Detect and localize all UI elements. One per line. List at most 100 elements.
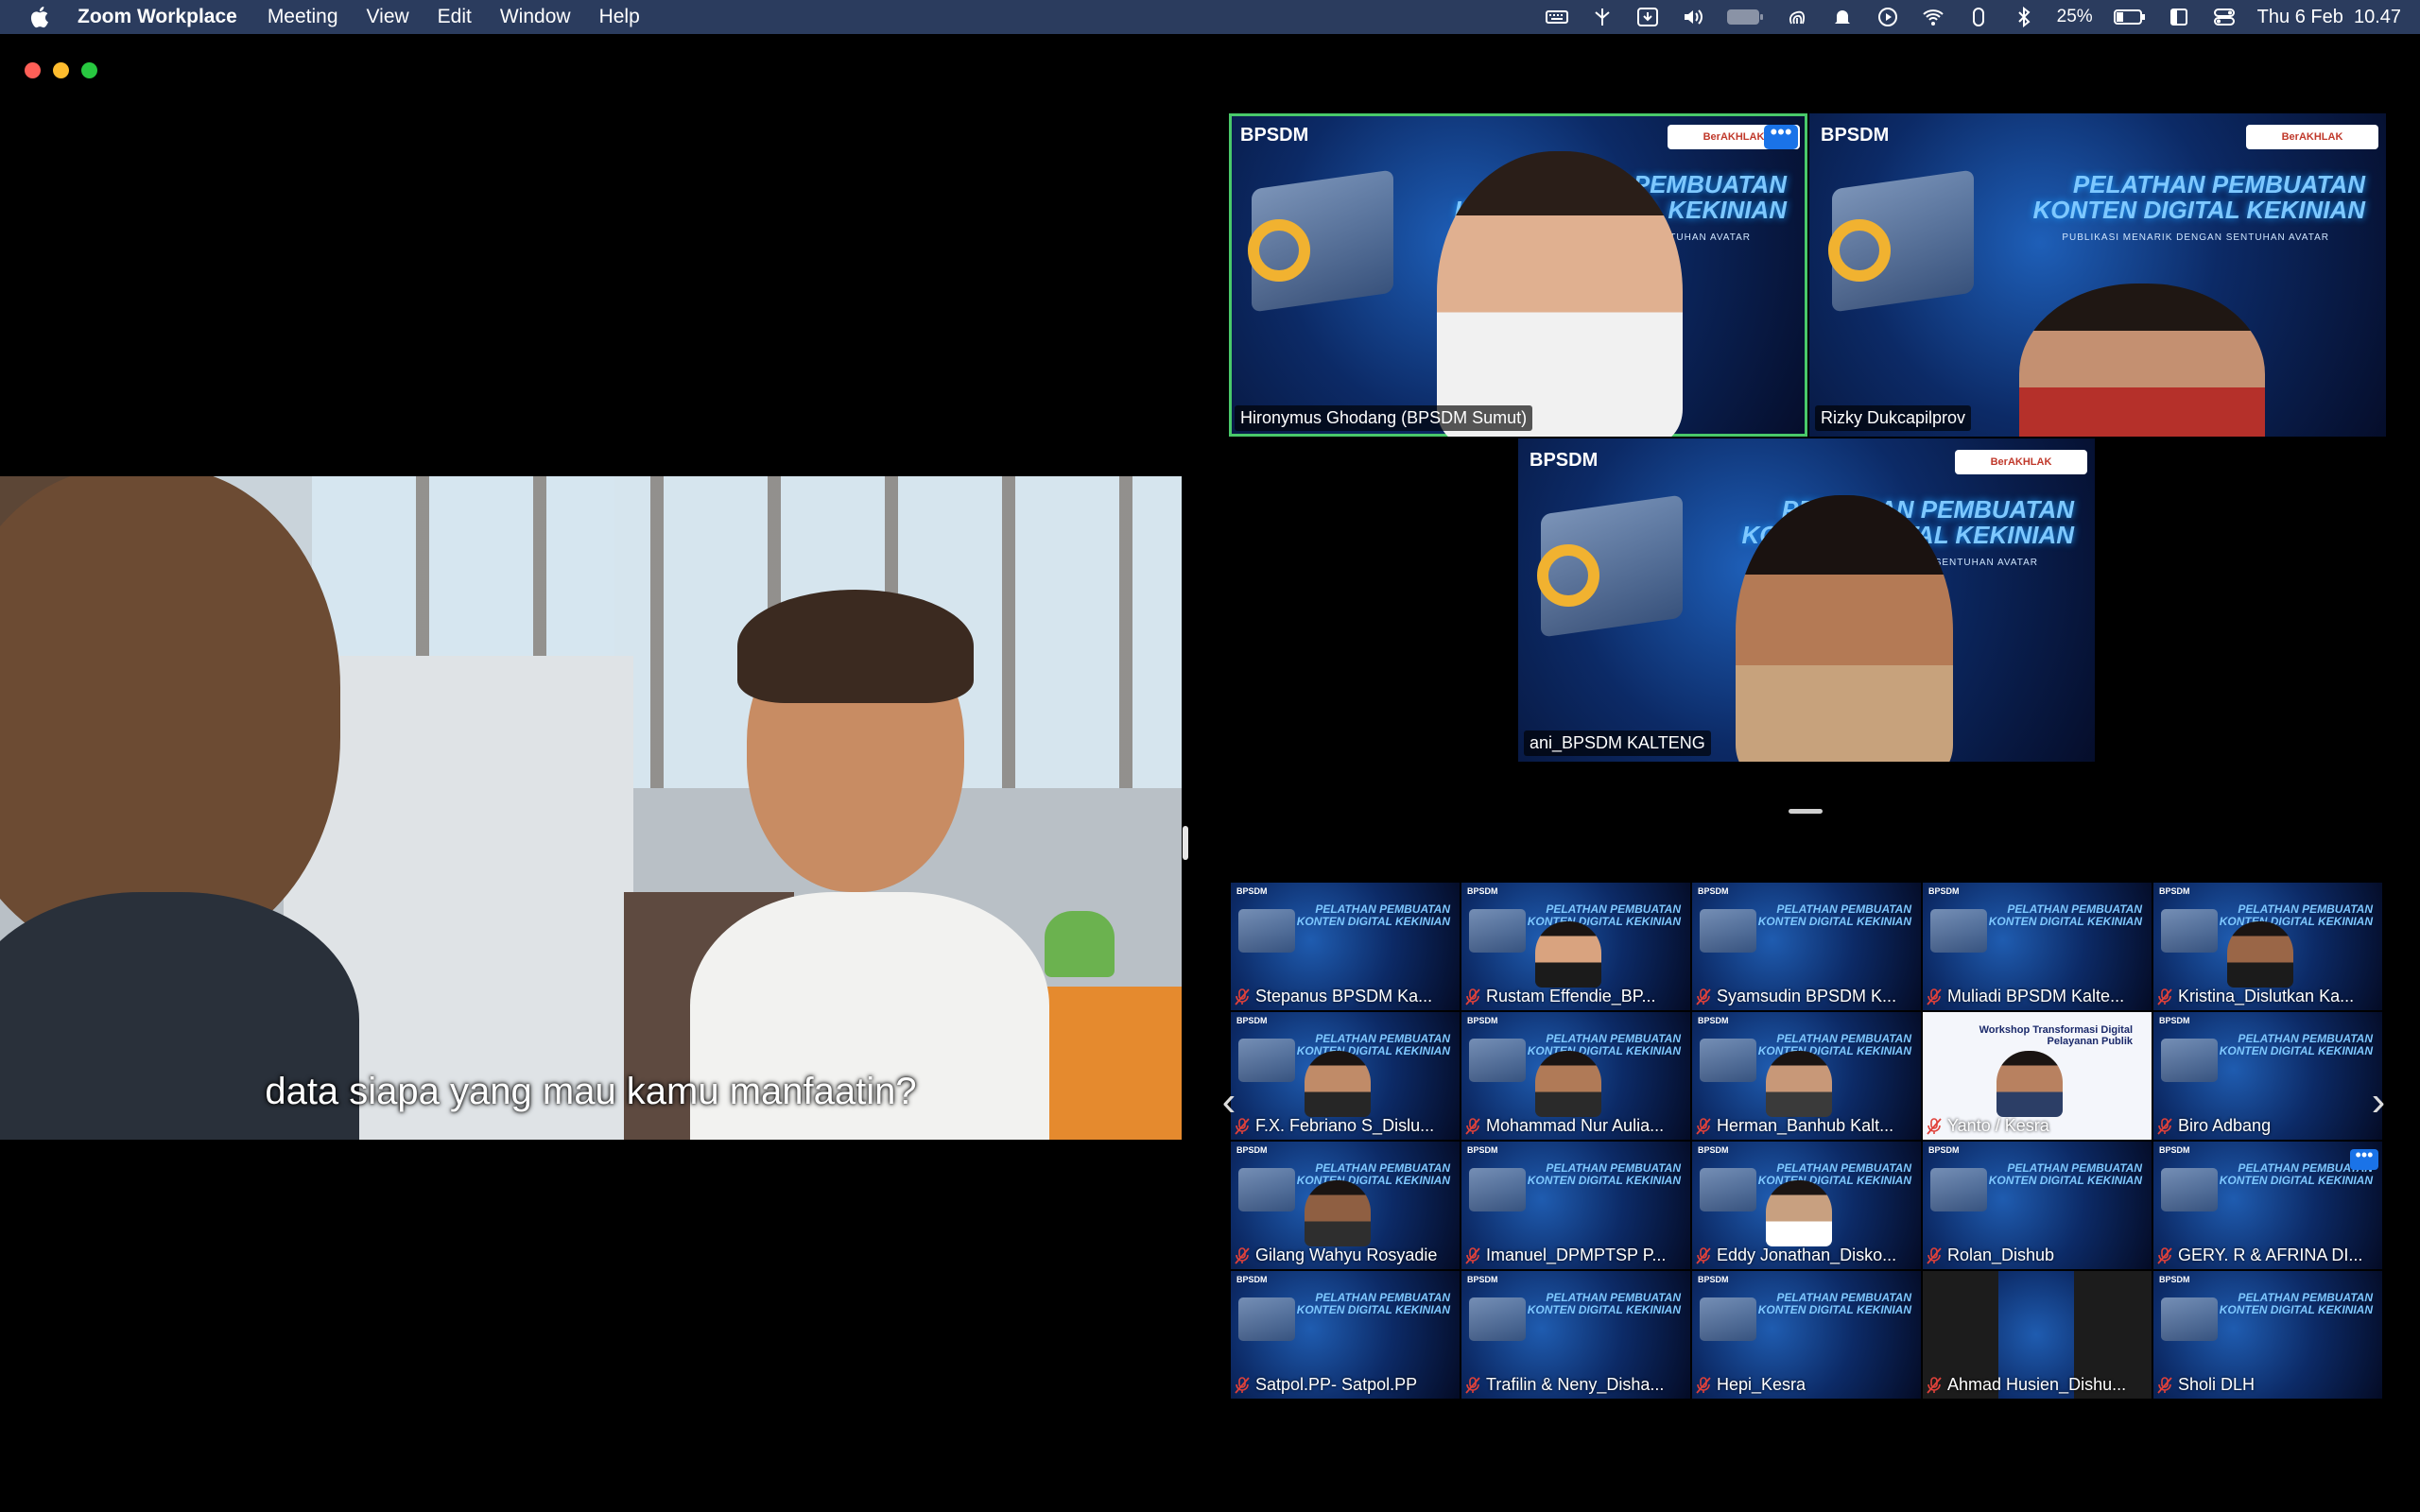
bpsdm-logo: BPSDM (1467, 1016, 1498, 1025)
keyboard-icon[interactable] (1545, 7, 1569, 27)
participant-name-text: Yanto / Kesra (1947, 1116, 2049, 1135)
shared-screen-video[interactable]: data siapa yang mau kamu manfaatin? (0, 476, 1182, 1140)
volume-icon[interactable] (1681, 7, 1705, 27)
gallery-tile[interactable]: BPSDM PELATHAN PEMBUATAN KONTEN DIGITAL KE… (1692, 1142, 1921, 1269)
more-options-button[interactable]: ••• (2350, 1146, 2378, 1170)
bpsdm-logo: BPSDM (1530, 450, 1599, 471)
participant-name: Biro Adbang (2157, 1116, 2378, 1136)
menu-window[interactable]: Window (500, 6, 571, 28)
gallery-tile[interactable]: BPSDM PELATHAN PEMBUATAN KONTEN DIGITAL KE… (1461, 1142, 1690, 1269)
gallery-tile[interactable]: Ahmad Husien_Dishu... (1923, 1271, 2152, 1399)
zoom-window-button[interactable] (81, 62, 97, 78)
gallery-tile[interactable]: Workshop Transformasi Digital Pelayanan P… (1923, 1012, 2152, 1140)
speaker-strip-resize-handle[interactable] (1789, 809, 1823, 814)
battery-badge-icon[interactable] (1726, 7, 1764, 27)
apple-icon[interactable] (26, 4, 51, 30)
menu-help[interactable]: Help (599, 6, 640, 28)
split-view-divider[interactable] (1183, 826, 1188, 860)
menu-view[interactable]: View (367, 6, 409, 28)
gallery-tile[interactable]: BPSDM PELATHAN PEMBUATAN KONTEN DIGITAL KE… (1461, 1012, 1690, 1140)
gallery-tile[interactable]: BPSDM PELATHAN PEMBUATAN KONTEN DIGITAL KE… (1231, 1271, 1460, 1399)
participant-name: F.X. Febriano S_Dislu... (1235, 1116, 1456, 1136)
participant-name-text: Rolan_Dishub (1947, 1246, 2055, 1264)
app-name-menu[interactable]: Zoom Workplace (78, 6, 237, 28)
window-switcher-icon[interactable] (2167, 7, 2191, 27)
gallery-next-arrow-icon[interactable]: › (2367, 1081, 2390, 1123)
gallery-tile[interactable]: BPSDM PELATHAN PEMBUATAN KONTEN DIGITAL KE… (1231, 1142, 1460, 1269)
background-title: PELATHAN PEMBUATANKONTEN DIGITAL KEKINIA… (1527, 1161, 1681, 1187)
participant-name-text: F.X. Febriano S_Dislu... (1255, 1116, 1435, 1135)
bpsdm-logo: BPSDM (1236, 1275, 1268, 1284)
notification-icon[interactable] (1830, 7, 1855, 27)
gallery-tile[interactable]: BPSDM PELATHAN PEMBUATAN KONTEN DIGITAL KE… (2153, 1012, 2382, 1140)
download-icon[interactable] (1635, 7, 1660, 27)
battery-percent: 25% (2056, 7, 2093, 26)
gallery-prev-arrow-icon[interactable]: ‹ (1218, 1081, 1240, 1123)
play-icon[interactable] (1876, 7, 1900, 27)
participant-name-text: GERY. R & AFRINA DI... (2178, 1246, 2363, 1264)
gallery-tile[interactable]: BPSDM PELATHAN PEMBUATAN KONTEN DIGITAL KE… (1923, 1142, 2152, 1269)
participant-name: Sholi DLH (2157, 1375, 2378, 1395)
participant-video (2227, 921, 2293, 988)
mouse-icon[interactable] (1966, 7, 1991, 27)
menu-edit[interactable]: Edit (438, 6, 472, 28)
participant-name-text: Mohammad Nur Aulia... (1486, 1116, 1665, 1135)
close-window-button[interactable] (25, 62, 41, 78)
participant-name: GERY. R & AFRINA DI... (2157, 1246, 2378, 1265)
laptop-graphic (1238, 1168, 1295, 1211)
gallery-tile[interactable]: BPSDM PELATHAN PEMBUATAN KONTEN DIGITAL KE… (1692, 1271, 1921, 1399)
bluetooth-icon[interactable] (2012, 7, 2036, 27)
mic-muted-icon (1927, 988, 1942, 1005)
gallery-tile[interactable]: BPSDM PELATHAN PEMBUATAN KONTEN DIGITAL KE… (1692, 1012, 1921, 1140)
mic-muted-icon (1465, 1117, 1480, 1135)
gallery-tile[interactable]: BPSDM PELATHAN PEMBUATAN KONTEN DIGITAL KE… (1923, 883, 2152, 1010)
gallery-tile[interactable]: BPSDM PELATHAN PEMBUATAN KONTEN DIGITAL KE… (2153, 1142, 2382, 1269)
bpsdm-logo: BPSDM (1821, 125, 1890, 146)
bpsdm-logo: BPSDM (1236, 1016, 1268, 1025)
fingerprint-icon[interactable] (1785, 7, 1809, 27)
menu-meeting[interactable]: Meeting (268, 6, 338, 28)
background-title: PELATHAN PEMBUATANKONTEN DIGITAL KEKINIA… (1988, 902, 2142, 928)
wifi-icon[interactable] (1921, 7, 1945, 27)
character-left-head (0, 476, 340, 958)
laptop-graphic (1700, 1168, 1756, 1211)
background-title: PELATHAN PEMBUATANKONTEN DIGITAL KEKINIA… (1296, 1291, 1450, 1316)
participant-name: Imanuel_DPMPTSP P... (1465, 1246, 1686, 1265)
background-title: PELATHAN PEMBUATANKONTEN DIGITAL KEKINIA… (1757, 1291, 1911, 1316)
participant-video (1437, 151, 1683, 437)
mic-muted-icon (1465, 1376, 1480, 1394)
gallery-tile[interactable]: BPSDM PELATHAN PEMBUATAN KONTEN DIGITAL KE… (1231, 883, 1460, 1010)
gallery-tile[interactable]: BPSDM PELATHAN PEMBUATAN KONTEN DIGITAL KE… (1461, 883, 1690, 1010)
background-title: PELATHAN PEMBUATANKONTEN DIGITAL KEKINIA… (1757, 902, 1911, 928)
background-title: PELATHAN PEMBUATANKONTEN DIGITAL KEKINIA… (2032, 170, 2365, 225)
mic-muted-icon (2157, 1376, 2172, 1394)
battery-icon[interactable] (2113, 7, 2146, 27)
bpsdm-logo: BPSDM (2159, 886, 2190, 896)
more-options-button[interactable]: ••• (1764, 122, 1798, 149)
gallery-tile[interactable]: BPSDM PELATHAN PEMBUATAN KONTEN DIGITAL KE… (1231, 1012, 1460, 1140)
speaker-tile-2[interactable]: BPSDM BerAKHLAK PELATHAN PEMBUATAN KONTEN… (1809, 113, 2386, 437)
bpsdm-logo: BPSDM (1467, 886, 1498, 896)
fork-icon[interactable] (1590, 7, 1615, 27)
minimize-window-button[interactable] (53, 62, 69, 78)
gallery-tile[interactable]: BPSDM PELATHAN PEMBUATAN KONTEN DIGITAL KE… (2153, 1271, 2382, 1399)
control-center-icon[interactable] (2212, 7, 2237, 27)
speaker-tile-1[interactable]: BPSDM BerAKHLAK PELATHAN PEMBUATANKONTEN… (1229, 113, 1807, 437)
bpsdm-logo: BPSDM (1467, 1145, 1498, 1155)
menubar-clock[interactable]: Thu 6 Feb 10.47 (2257, 7, 2401, 28)
participant-name: Gilang Wahyu Rosyadie (1235, 1246, 1456, 1265)
gallery-tile[interactable]: BPSDM PELATHAN PEMBUATAN KONTEN DIGITAL KE… (1692, 883, 1921, 1010)
participant-name-text: Trafilin & Neny_Disha... (1486, 1375, 1665, 1394)
laptop-graphic (2161, 1297, 2218, 1341)
bpsdm-logo: BPSDM (1467, 1275, 1498, 1284)
participant-name-text: Sholi DLH (2178, 1375, 2256, 1394)
gallery-tile[interactable]: BPSDM PELATHAN PEMBUATAN KONTEN DIGITAL KE… (1461, 1271, 1690, 1399)
participant-name-text: Herman_Banhub Kalt... (1717, 1116, 1894, 1135)
participant-video (1305, 1180, 1371, 1246)
participant-name-text: Stepanus BPSDM Ka... (1255, 987, 1433, 1005)
video-subtitle: data siapa yang mau kamu manfaatin? (265, 1071, 917, 1112)
speaker-tile-3[interactable]: BPSDM BerAKHLAK PELATHAN PEMBUATANKONTEN… (1518, 438, 2095, 762)
gallery-tile[interactable]: BPSDM PELATHAN PEMBUATAN KONTEN DIGITAL KE… (2153, 883, 2382, 1010)
participant-name-text: Syamsudin BPSDM K... (1717, 987, 1897, 1005)
participant-name-text: Rustam Effendie_BP... (1486, 987, 1656, 1005)
